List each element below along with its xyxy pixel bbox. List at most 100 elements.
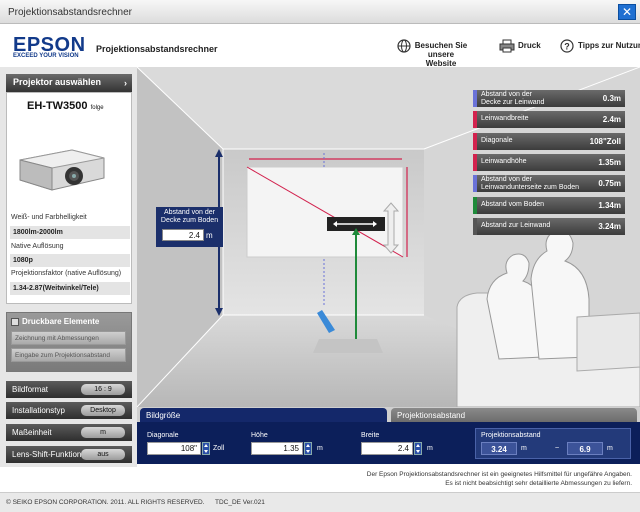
setting-lens-shift-label: Lens-Shift-Funktion <box>12 450 82 459</box>
setting-unit[interactable]: Maßeinheit m <box>6 424 132 441</box>
measurement-item: Leinwandhöhe 1.35m <box>473 154 625 171</box>
distance-min-unit: m <box>521 445 527 452</box>
height-label: Höhe <box>251 432 268 439</box>
help-link[interactable]: Tipps zur Nutzung <box>578 41 640 50</box>
height-input[interactable]: 1.35 <box>251 442 303 455</box>
ceiling-floor-label-2: Decke zum Boden <box>160 217 219 224</box>
disclaimer: Der Epson Projektionsabstandsrechner ist… <box>316 470 632 488</box>
setting-aspect-ratio[interactable]: Bildformat 16 : 9 <box>6 381 132 398</box>
checkbox-icon[interactable] <box>11 318 19 326</box>
spec-value-resolution: 1080p <box>10 254 130 267</box>
logo-tagline: EXCEED YOUR VISION <box>13 53 79 59</box>
setting-unit-value[interactable]: m <box>81 427 125 438</box>
measurement-label: Abstand von der Decke zur Leinwand <box>481 91 544 107</box>
spec-label-resolution: Native Auflösung <box>11 243 64 250</box>
copyright: © SEIKO EPSON CORPORATION. 2011. ALL RIG… <box>6 499 205 506</box>
width-spinner[interactable] <box>414 442 422 455</box>
globe-icon[interactable] <box>397 39 411 53</box>
spec-value-brightness: 1800lm-2000lm <box>10 226 130 239</box>
diagonal-input[interactable]: 108" <box>147 442 201 455</box>
print-drawing-button[interactable]: Zeichnung mit Abmessungen <box>11 331 126 345</box>
height-spinner[interactable] <box>304 442 312 455</box>
select-projector-label: Projektor auswählen <box>13 77 102 87</box>
measurement-label-line2: Leinwandunterseite zum Boden <box>481 184 580 191</box>
setting-installation-type-value[interactable]: Desktop <box>81 405 125 416</box>
measurement-value: 1.35m <box>598 158 621 167</box>
measurement-value: 0.3m <box>602 94 621 103</box>
chevron-right-icon: › <box>124 78 127 88</box>
measurement-value: 1.34m <box>598 201 621 210</box>
measurement-item: Abstand von der Leinwandunterseite zum Bo… <box>473 175 625 192</box>
printer-icon[interactable] <box>499 39 515 53</box>
distance-min-value: 3.24 <box>481 442 517 455</box>
model-suffix: folge <box>90 105 104 111</box>
diagonal-unit: Zoll <box>213 445 225 452</box>
measurement-item: Abstand von der Decke zur Leinwand 0.3m <box>473 90 625 107</box>
measurement-label-line1: Diagonale <box>481 137 513 144</box>
spec-label-brightness: Weiß- und Farbhelligkeit <box>11 214 87 221</box>
measurement-value: 0.75m <box>598 179 621 188</box>
footer: © SEIKO EPSON CORPORATION. 2011. ALL RIG… <box>0 492 640 512</box>
measurement-item: Abstand zur Leinwand 3.24m <box>473 218 625 235</box>
measurement-label: Leinwandbreite <box>481 115 528 123</box>
disclaimer-line-1: Der Epson Projektionsabstandsrechner ist… <box>366 471 632 478</box>
projection-distance-label: Projektionsabstand <box>481 432 541 439</box>
setting-aspect-ratio-label: Bildformat <box>12 385 49 394</box>
spec-value-throw-ratio: 1.34-2.87(Weitwinkel/Tele) <box>10 282 130 295</box>
setting-lens-shift[interactable]: Lens-Shift-Funktion aus <box>6 446 132 463</box>
version: TDC_DE Ver.021 <box>215 499 265 506</box>
measurement-label: Leinwandhöhe <box>481 158 527 166</box>
close-button[interactable]: ✕ <box>618 4 636 20</box>
website-link-line2: unsere Website <box>425 50 457 68</box>
measurement-value: 2.4m <box>602 115 621 124</box>
setting-lens-shift-value[interactable]: aus <box>81 449 125 460</box>
model-name: EH-TW3500 <box>27 100 88 112</box>
spec-label-throw-ratio: Projektionsfaktor (native Auflösung) <box>11 270 122 277</box>
setting-aspect-ratio-value[interactable]: 16 : 9 <box>81 384 125 395</box>
print-input-button[interactable]: Eingabe zum Projektionsabstand <box>11 348 126 362</box>
svg-text:?: ? <box>564 42 570 52</box>
measurement-label: Abstand zur Leinwand <box>481 222 550 230</box>
ceiling-floor-label-1: Abstand von der <box>164 209 215 216</box>
select-projector-header[interactable]: Projektor auswählen › <box>6 74 132 92</box>
setting-installation-type-label: Installationstyp <box>12 406 65 415</box>
measurement-label-line1: Abstand von der <box>481 91 532 98</box>
measurement-value: 3.24m <box>598 222 621 231</box>
tab-image-size[interactable]: Bildgröße <box>140 408 387 423</box>
print-link[interactable]: Druck <box>518 41 541 50</box>
measurement-item: Abstand vom Boden 1.34m <box>473 197 625 214</box>
website-link-line1: Besuchen Sie <box>414 41 468 50</box>
width-unit: m <box>427 445 433 452</box>
width-input[interactable]: 2.4 <box>361 442 413 455</box>
ceiling-floor-tag: Abstand von der Decke zum Boden <box>156 207 223 247</box>
tab-projection-distance[interactable]: Projektionsabstand <box>391 408 637 423</box>
measurement-label-line1: Abstand von der <box>481 176 532 183</box>
setting-unit-label: Maßeinheit <box>12 428 52 437</box>
diagonal-label: Diagonale <box>147 432 179 439</box>
distance-max-unit: m <box>607 445 613 452</box>
measurement-label: Diagonale <box>481 137 513 145</box>
ceiling-floor-unit: m <box>206 231 213 240</box>
setting-installation-type[interactable]: Installationstyp Desktop <box>6 402 132 419</box>
ceiling-floor-input[interactable]: 2.4 <box>162 229 204 241</box>
measurement-label-line2: Decke zur Leinwand <box>481 99 545 106</box>
printable-elements-header: Druckbare Elemente <box>22 317 100 326</box>
help-icon[interactable]: ? <box>560 39 574 53</box>
distance-max-value: 6.9 <box>567 442 603 455</box>
measurement-label: Abstand vom Boden <box>481 201 544 209</box>
distance-tilde: ~ <box>555 445 560 452</box>
measurement-item: Diagonale 108"Zoll <box>473 133 625 150</box>
disclaimer-line-2: Es ist nicht beabsichtigt sehr detaillie… <box>445 480 632 487</box>
window-title: Projektionsabstandsrechner <box>8 7 132 18</box>
projector-image <box>19 149 105 191</box>
website-link[interactable]: Besuchen Sie unsere Website <box>412 41 470 68</box>
app-title: Projektionsabstandsrechner <box>96 44 218 54</box>
measurement-label-line1: Abstand vom Boden <box>481 201 545 208</box>
measurement-label-line1: Leinwandbreite <box>481 115 529 122</box>
measurement-value: 108"Zoll <box>589 137 621 146</box>
measurement-label-line1: Abstand zur Leinwand <box>481 222 551 229</box>
measurement-label: Abstand von der Leinwandunterseite zum Bo… <box>481 176 579 192</box>
width-label: Breite <box>361 432 380 439</box>
height-unit: m <box>317 445 323 452</box>
diagonal-spinner[interactable] <box>202 442 210 455</box>
